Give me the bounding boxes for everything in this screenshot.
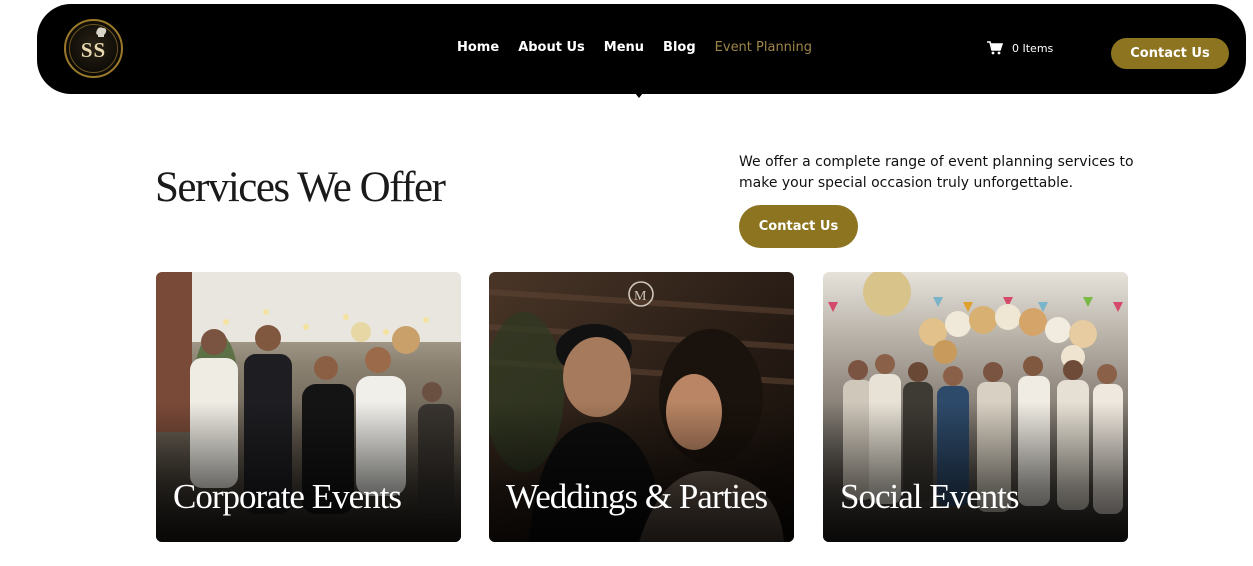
service-card-weddings-parties[interactable]: M Weddings & Parties [489,272,794,542]
card-title: Social Events [840,477,1019,516]
service-card-social-events[interactable]: Social Events [823,272,1128,542]
hero-contact-button[interactable]: Contact Us [739,205,858,248]
svg-text:M: M [634,289,647,304]
logo-text: SS [80,38,107,62]
nav-about-us[interactable]: About Us [518,40,585,55]
nav-contact-button[interactable]: Contact Us [1111,38,1229,69]
card-shade [823,402,1128,542]
cart-count: 0 Items [1012,41,1054,55]
nav-event-planning[interactable]: Event Planning [715,40,812,55]
top-navbar: SS Home About Us Menu Blog Event Plannin… [37,4,1246,98]
navbar-pointer [635,93,643,98]
shopping-cart-icon [987,41,1003,55]
section-title: Services We Offer [155,164,446,211]
cart-link[interactable]: 0 Items [987,41,1053,55]
service-card-corporate-events[interactable]: Corporate Events [156,272,461,542]
card-shade [489,402,794,542]
nav-blog[interactable]: Blog [663,40,696,55]
main-nav: Home About Us Menu Blog Event Planning [457,40,831,55]
section-description: We offer a complete range of event plann… [739,154,1134,191]
nav-home[interactable]: Home [457,40,499,55]
card-shade [156,402,461,542]
card-title: Weddings & Parties [506,477,768,516]
nav-menu[interactable]: Menu [604,40,644,55]
card-title: Corporate Events [173,477,402,516]
brand-logo[interactable]: SS [64,19,123,78]
